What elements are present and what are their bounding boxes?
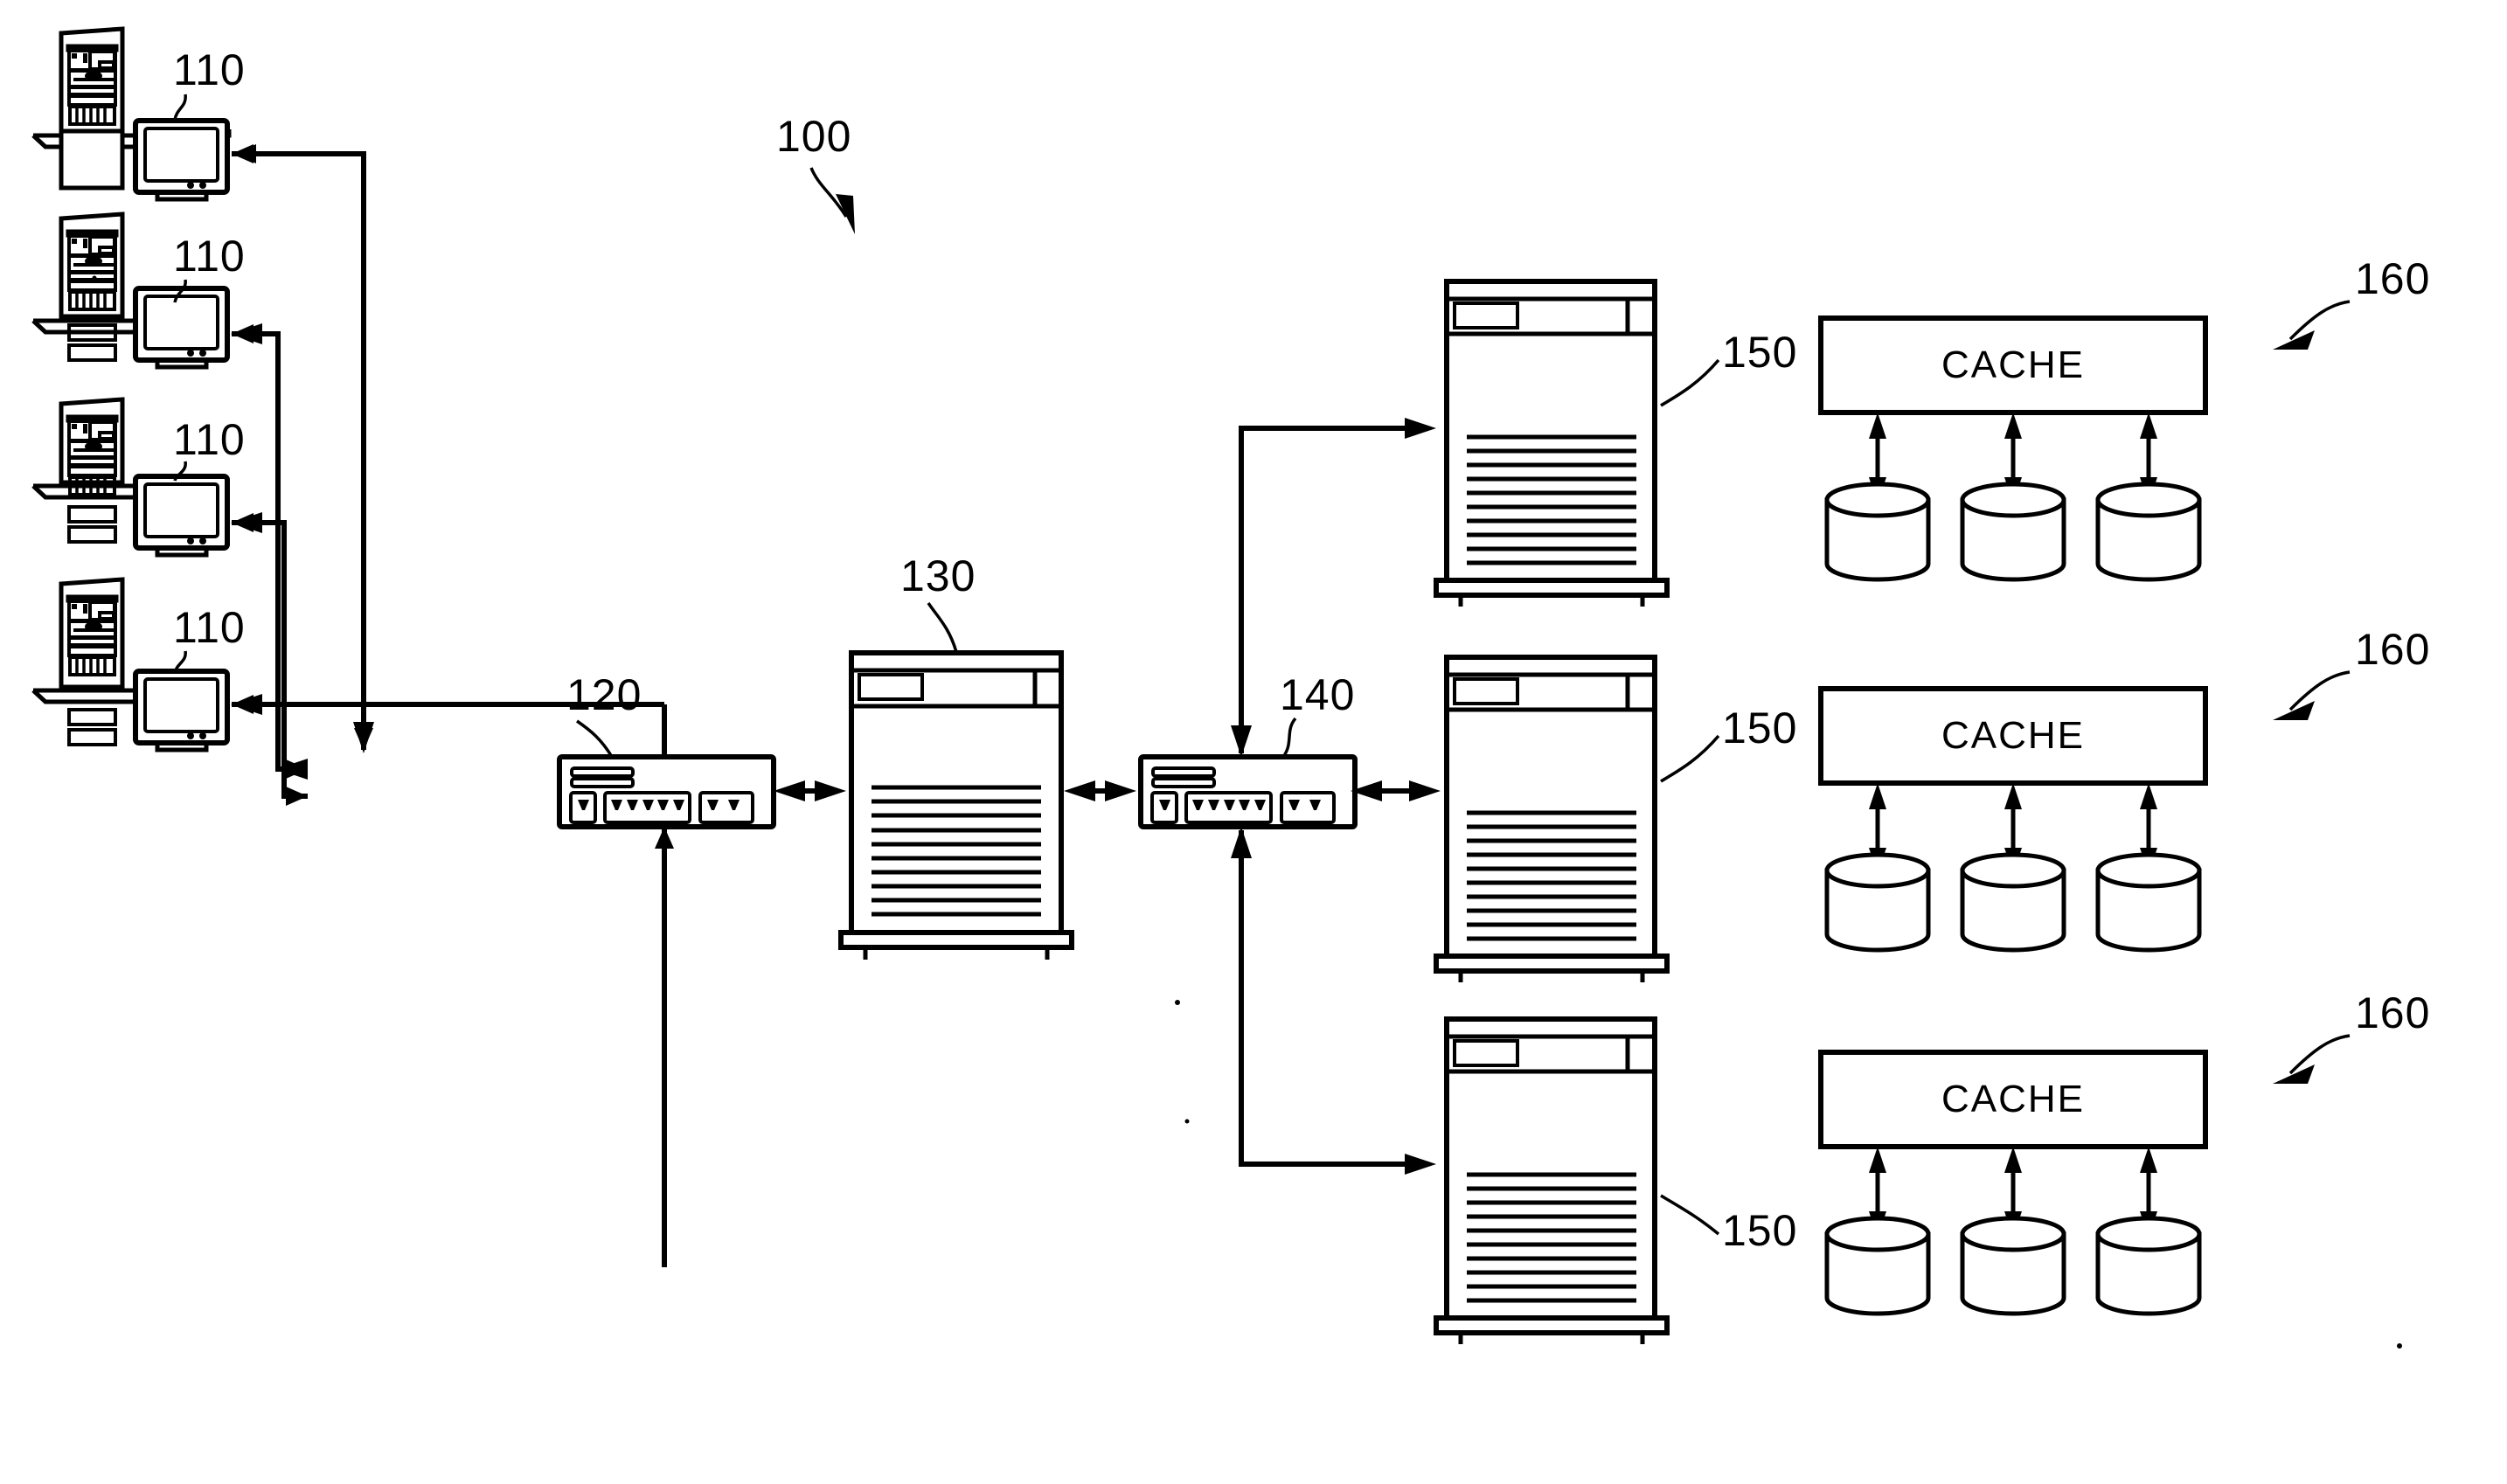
ref-label-160-2: 160 bbox=[2355, 625, 2430, 674]
cache-2-disk-1[interactable] bbox=[1824, 852, 1931, 953]
cache-group-3[interactable]: CACHE 160 bbox=[1818, 988, 2430, 1316]
cache-2-disk-2[interactable] bbox=[1960, 852, 2066, 953]
system-reference-100: 100 bbox=[776, 112, 855, 234]
client-workstation-1[interactable]: 110 bbox=[31, 26, 246, 202]
client-workstation-3[interactable]: 110 bbox=[31, 397, 246, 558]
client-switch-wiring bbox=[231, 144, 667, 827]
cache-1-disk-2[interactable] bbox=[1960, 482, 2066, 582]
ref-label-130: 130 bbox=[900, 551, 976, 600]
ref-label-150-1: 150 bbox=[1722, 328, 1797, 377]
cache-3-disk-1[interactable] bbox=[1824, 1216, 1931, 1316]
ref-label-110-2: 110 bbox=[173, 232, 246, 281]
cache-group-2[interactable]: CACHE 160 bbox=[1818, 625, 2430, 953]
ref-label-100: 100 bbox=[776, 112, 851, 161]
database-server-2[interactable]: 150 bbox=[1434, 655, 1797, 982]
cache-label-2: CACHE bbox=[1941, 714, 2085, 757]
cache-1-disk-1[interactable] bbox=[1824, 482, 1931, 582]
ref-label-150-3: 150 bbox=[1722, 1206, 1797, 1255]
cache-3-disk-3[interactable] bbox=[2095, 1216, 2202, 1316]
switch120-to-server130-link bbox=[774, 780, 846, 801]
cache-label-3: CACHE bbox=[1941, 1078, 2085, 1120]
database-server-3[interactable]: 150 bbox=[1434, 1016, 1797, 1344]
server130-to-switch140-link bbox=[1064, 780, 1136, 801]
client-monitor-3[interactable] bbox=[133, 474, 230, 558]
cache-1-disk-3[interactable] bbox=[2095, 482, 2202, 582]
cache-3-disk-2[interactable] bbox=[1960, 1216, 2066, 1316]
cache-label-1: CACHE bbox=[1941, 343, 2085, 386]
ref-label-150-2: 150 bbox=[1722, 704, 1797, 752]
database-server-1[interactable]: 150 bbox=[1434, 279, 1797, 607]
cache-2-disk-3[interactable] bbox=[2095, 852, 2202, 953]
cache-group-collection: CACHE 160 CACHE 160 CACHE 160 bbox=[1818, 254, 2430, 1316]
cache-group-1[interactable]: CACHE 160 bbox=[1818, 254, 2430, 582]
client-workstation-4[interactable]: 110 bbox=[31, 577, 246, 752]
client-monitor-4[interactable] bbox=[133, 669, 230, 752]
ref-label-160-3: 160 bbox=[2355, 988, 2430, 1037]
figure-canvas: 110 110 110 110 120 130 140 150 150 150 … bbox=[0, 0, 2507, 1484]
ref-label-140: 140 bbox=[1280, 670, 1355, 719]
client-monitor-1[interactable] bbox=[133, 118, 230, 202]
ref-label-110-4: 110 bbox=[173, 603, 246, 652]
application-server-130[interactable]: 130 bbox=[838, 551, 1074, 960]
ref-label-160-1: 160 bbox=[2355, 254, 2430, 303]
database-server-group: 150 150 150 bbox=[1434, 279, 1797, 1344]
client-monitor-2[interactable] bbox=[133, 286, 230, 370]
client-workstation-group: 110 110 110 110 bbox=[31, 26, 246, 752]
ref-label-120: 120 bbox=[566, 670, 642, 719]
server-side-switch-140[interactable]: 140 bbox=[1138, 670, 1358, 829]
client-workstation-2[interactable]: 110 bbox=[31, 212, 246, 370]
ref-label-110-1: 110 bbox=[173, 45, 246, 94]
ref-label-110-3: 110 bbox=[173, 415, 246, 464]
